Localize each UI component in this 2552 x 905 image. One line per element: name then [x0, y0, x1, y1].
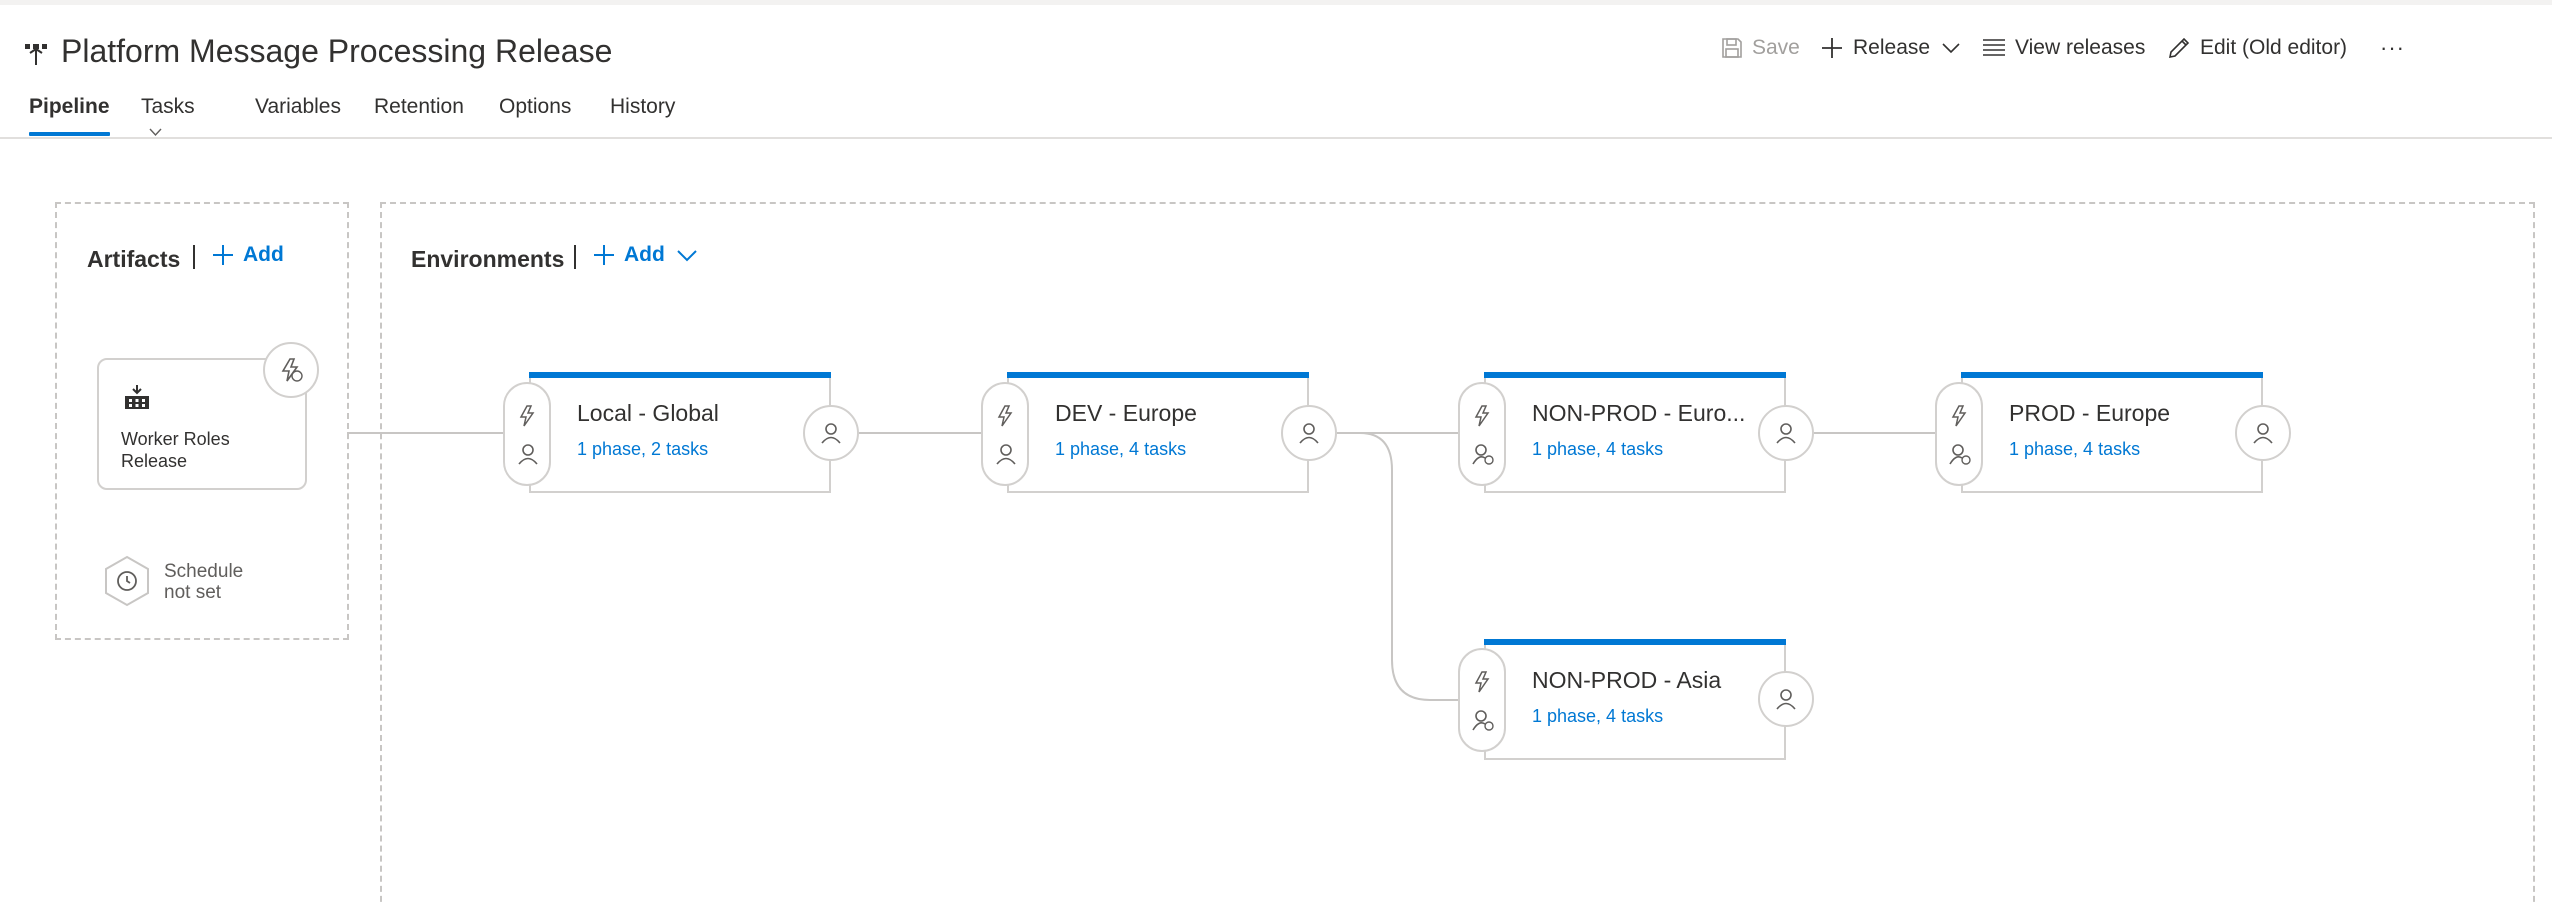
lightning-icon: [1951, 405, 1967, 427]
artifacts-separator: [193, 245, 195, 269]
plus-icon: [594, 245, 614, 265]
post-deployment-conditions-button[interactable]: [803, 405, 859, 461]
lightning-icon: [281, 358, 303, 382]
view-releases-label: View releases: [2015, 36, 2146, 59]
save-button[interactable]: Save: [1721, 33, 1800, 63]
schedule-trigger[interactable]: Schedule not set: [103, 555, 263, 615]
plus-icon: [1822, 38, 1842, 58]
tab-variables-label: Variables: [255, 95, 341, 118]
environment-name: NON-PROD - Euro...: [1532, 400, 1746, 426]
person-icon: [1299, 423, 1319, 444]
pre-deployment-conditions-button[interactable]: [1458, 382, 1506, 486]
environment-accent-bar: [1484, 639, 1786, 645]
page-header: Platform Message Processing Release Save…: [0, 5, 2552, 139]
save-label: Save: [1752, 36, 1800, 59]
chevron-down-icon: [149, 128, 162, 137]
environment-name: NON-PROD - Asia: [1532, 667, 1722, 693]
post-deployment-conditions-button[interactable]: [1281, 405, 1337, 461]
environment-accent-bar: [1007, 372, 1309, 378]
post-deployment-conditions-button[interactable]: [2235, 405, 2291, 461]
environment-card-prod-europe[interactable]: PROD - Europe 1 phase, 4 tasks: [1961, 372, 2263, 493]
lightning-icon: [1474, 671, 1490, 693]
release-pipeline-icon: [25, 44, 47, 65]
environment-card-local-global[interactable]: Local - Global 1 phase, 2 tasks: [529, 372, 831, 493]
environment-accent-bar: [529, 372, 831, 378]
environment-summary-link[interactable]: 1 phase, 2 tasks: [577, 439, 708, 460]
plus-icon: [213, 245, 233, 265]
person-icon: [518, 444, 538, 465]
add-environment-button[interactable]: Add: [592, 243, 697, 267]
tab-options-label: Options: [499, 95, 572, 118]
environments-panel: [380, 202, 2535, 905]
environment-summary-link[interactable]: 1 phase, 4 tasks: [1532, 439, 1663, 460]
environment-name: PROD - Europe: [2009, 400, 2171, 426]
save-icon: [1722, 38, 1742, 58]
release-label: Release: [1853, 36, 1931, 59]
person-icon: [1776, 689, 1796, 710]
clock-icon: [105, 555, 149, 607]
pre-deployment-conditions-button[interactable]: [503, 382, 551, 486]
environment-card-dev-europe[interactable]: DEV - Europe 1 phase, 4 tasks: [1007, 372, 1309, 493]
chevron-down-icon: [677, 249, 697, 261]
more-icon: ···: [2380, 35, 2405, 60]
environments-title: Environments: [411, 246, 565, 272]
person-icon: [1776, 423, 1796, 444]
person-icon: [996, 444, 1016, 465]
tab-history[interactable]: History: [610, 95, 675, 139]
artifact-name: Worker Roles Release: [121, 429, 230, 471]
tab-pipeline[interactable]: Pipeline: [29, 95, 110, 139]
lightning-icon: [997, 405, 1013, 427]
release-button[interactable]: Release: [1820, 33, 1960, 63]
tab-variables[interactable]: Variables: [255, 95, 341, 139]
list-icon: [1983, 39, 2005, 56]
person-approval-icon: [1472, 710, 1494, 731]
tab-options[interactable]: Options: [499, 95, 571, 139]
lightning-icon: [1474, 405, 1490, 427]
add-artifact-button[interactable]: Add: [211, 243, 284, 267]
tab-history-label: History: [610, 95, 676, 118]
add-environment-label: Add: [624, 243, 665, 266]
person-approval-icon: [1472, 444, 1494, 465]
tab-retention-label: Retention: [374, 95, 464, 118]
page-title: Platform Message Processing Release: [61, 33, 613, 69]
person-icon: [821, 423, 841, 444]
pre-deployment-conditions-button[interactable]: [981, 382, 1029, 486]
environment-card-nonprod-asia[interactable]: NON-PROD - Asia 1 phase, 4 tasks: [1484, 639, 1786, 760]
environment-summary-link[interactable]: 1 phase, 4 tasks: [2009, 439, 2140, 460]
tab-retention[interactable]: Retention: [374, 95, 464, 139]
pre-deployment-conditions-button[interactable]: [1458, 648, 1506, 752]
post-deployment-conditions-button[interactable]: [1758, 671, 1814, 727]
environment-summary-link[interactable]: 1 phase, 4 tasks: [1055, 439, 1186, 460]
build-artifact-icon: [125, 385, 149, 409]
tab-pipeline-label: Pipeline: [29, 95, 110, 118]
environment-accent-bar: [1961, 372, 2263, 378]
add-artifact-label: Add: [243, 243, 284, 266]
person-icon: [2253, 423, 2273, 444]
environment-name: Local - Global: [577, 400, 719, 426]
edit-old-editor-label: Edit (Old editor): [2200, 36, 2348, 59]
pencil-icon: [2168, 37, 2190, 59]
person-approval-icon: [1949, 444, 1971, 465]
lightning-icon: [519, 405, 535, 427]
post-deployment-conditions-button[interactable]: [1758, 405, 1814, 461]
schedule-label: Schedule not set: [164, 561, 244, 603]
environment-accent-bar: [1484, 372, 1786, 378]
view-releases-button[interactable]: View releases: [1982, 33, 2145, 63]
artifacts-title: Artifacts: [87, 246, 181, 272]
environment-card-nonprod-europe[interactable]: NON-PROD - Euro... 1 phase, 4 tasks: [1484, 372, 1786, 493]
environments-separator: [574, 245, 576, 269]
continuous-deployment-trigger-button[interactable]: [263, 342, 319, 398]
more-actions-button[interactable]: ···: [2380, 33, 2405, 63]
tab-tasks[interactable]: Tasks: [141, 95, 195, 139]
environment-name: DEV - Europe: [1055, 400, 1197, 426]
environment-summary-link[interactable]: 1 phase, 4 tasks: [1532, 706, 1663, 727]
pre-deployment-conditions-button[interactable]: [1935, 382, 1983, 486]
tab-tasks-label: Tasks: [141, 95, 195, 118]
edit-old-editor-button[interactable]: Edit (Old editor): [2167, 33, 2347, 63]
chevron-down-icon: [1942, 43, 1960, 54]
